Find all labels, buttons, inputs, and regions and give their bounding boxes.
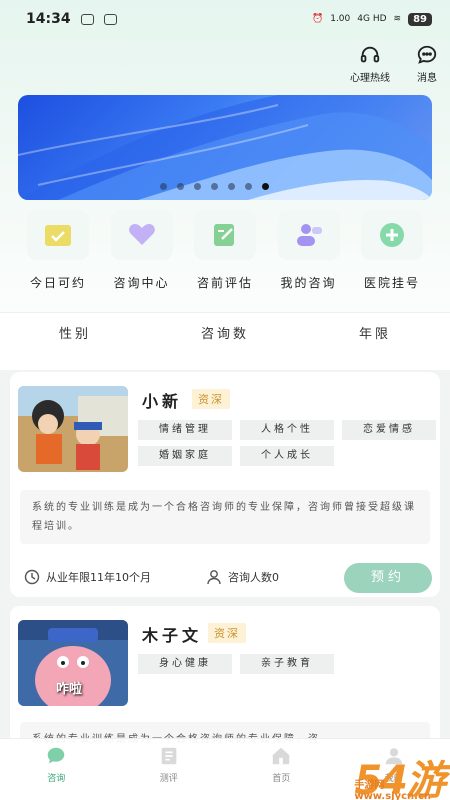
status-icons: ⏰ 1.00 4G HD ≋ 89	[312, 12, 432, 26]
filter-bar: 性别 咨询数 年限	[0, 312, 450, 362]
watermark-sub: 手游网 www.sjycn.cn	[354, 780, 431, 800]
consult-count-text: 咨询人数0	[228, 571, 279, 584]
tab-consult[interactable]: 咨询	[0, 739, 113, 800]
message-button[interactable]: 消息	[416, 44, 438, 84]
headset-icon	[360, 46, 380, 63]
message-label: 消息	[417, 73, 437, 84]
counselor-avatar	[18, 386, 128, 472]
quick-action-consult-center[interactable]: 咨询中心	[102, 210, 182, 291]
tab-label: 测评	[159, 774, 178, 784]
experience-text: 从业年限11年10个月	[46, 571, 151, 584]
hotline-button[interactable]: 心理热线	[350, 44, 390, 84]
filter-gender[interactable]: 性别	[0, 313, 150, 362]
filter-consult-count[interactable]: 咨询数	[150, 313, 300, 362]
banner-dot[interactable]	[245, 183, 252, 190]
header-actions: 心理热线 消息	[350, 44, 438, 84]
counselor-tag: 恋爱情感	[342, 420, 436, 440]
tab-home[interactable]: 首页	[225, 739, 338, 800]
message-icon	[417, 45, 437, 64]
wifi-icon: ≋	[393, 14, 402, 24]
plus-icon	[361, 210, 423, 260]
tab-label: 咨询	[47, 774, 66, 784]
quick-action-pre-assessment[interactable]: 咨前评估	[185, 210, 265, 291]
app-notification-icon	[103, 13, 117, 25]
counselor-tag: 身心健康	[138, 654, 232, 674]
quick-action-label: 今日可约	[29, 276, 86, 290]
quick-action-today-available[interactable]: 今日可约	[18, 210, 98, 291]
counselor-badge: 资深	[208, 623, 246, 643]
counselor-name: 木子文	[142, 626, 203, 645]
counselor-tag: 人格个性	[240, 420, 334, 440]
tab-label: 首页	[272, 774, 291, 784]
counselor-name: 小新	[142, 392, 183, 411]
test-icon	[161, 747, 177, 765]
counselor-badge: 资深	[192, 389, 230, 409]
speed-text: 1.00	[330, 14, 351, 24]
book-button[interactable]: 预约	[344, 563, 432, 593]
quick-action-label: 咨前评估	[196, 276, 253, 290]
banner-indicator	[160, 183, 269, 190]
counselor-avatar: 咋啦	[18, 620, 128, 706]
counselor-description: 系统的专业训练是成为一个合格咨询师的专业保障，咨询师曾接受超级课程培训。	[20, 490, 430, 544]
quick-action-label: 咨询中心	[113, 276, 170, 290]
quick-action-hospital-register[interactable]: 医院挂号	[352, 210, 432, 291]
banner-dot[interactable]	[194, 183, 201, 190]
banner-dot[interactable]	[211, 183, 218, 190]
notification-icon	[80, 13, 94, 25]
chat-icon	[48, 747, 65, 764]
person-icon	[207, 570, 221, 585]
banner-dot[interactable]	[160, 183, 167, 190]
banner-dot-active[interactable]	[262, 183, 269, 190]
counselor-tag: 婚姻家庭	[138, 446, 232, 466]
network-text: 4G HD	[357, 14, 387, 24]
status-bar: 14:34 ⏰ 1.00 4G HD ≋ 89	[0, 0, 450, 38]
status-time: 14:34	[26, 11, 71, 27]
counselor-tag: 个人成长	[240, 446, 334, 466]
calendar-check-icon	[27, 210, 89, 260]
banner-dot[interactable]	[177, 183, 184, 190]
clock-icon	[24, 569, 40, 585]
counselor-consult-count: 咨询人数0	[206, 569, 279, 585]
user-chat-icon	[277, 210, 340, 260]
edit-doc-icon	[194, 210, 256, 260]
counselor-experience: 从业年限11年10个月	[24, 569, 151, 585]
site-watermark-logo: 54游 手游网 www.sjycn.cn	[354, 748, 446, 800]
counselor-tag: 亲子教育	[240, 654, 334, 674]
filter-years[interactable]: 年限	[300, 313, 450, 362]
battery-icon: 89	[408, 12, 432, 26]
quick-action-label: 我的咨询	[280, 276, 337, 290]
alarm-icon: ⏰	[312, 14, 324, 24]
heart-icon	[110, 210, 173, 260]
counselor-card[interactable]: 咋啦 木子文 资深 身心健康 亲子教育 系统的专业训练是成为一个合格咨询师的专业…	[10, 606, 440, 746]
quick-action-label: 医院挂号	[363, 276, 420, 290]
home-icon	[273, 747, 290, 765]
quick-action-my-consult[interactable]: 我的咨询	[269, 210, 349, 291]
hotline-label: 心理热线	[350, 73, 390, 84]
tab-assessment[interactable]: 测评	[113, 739, 226, 800]
banner-dot[interactable]	[228, 183, 235, 190]
avatar-caption: 咋啦	[56, 682, 83, 697]
quick-actions: 今日可约 咨询中心 咨前评估 我的咨询 医院挂号	[18, 210, 432, 291]
counselor-tag: 情绪管理	[138, 420, 232, 440]
counselor-card[interactable]: 小新 资深 情绪管理 人格个性 恋爱情感 婚姻家庭 个人成长 系统的专业训练是成…	[10, 372, 440, 597]
